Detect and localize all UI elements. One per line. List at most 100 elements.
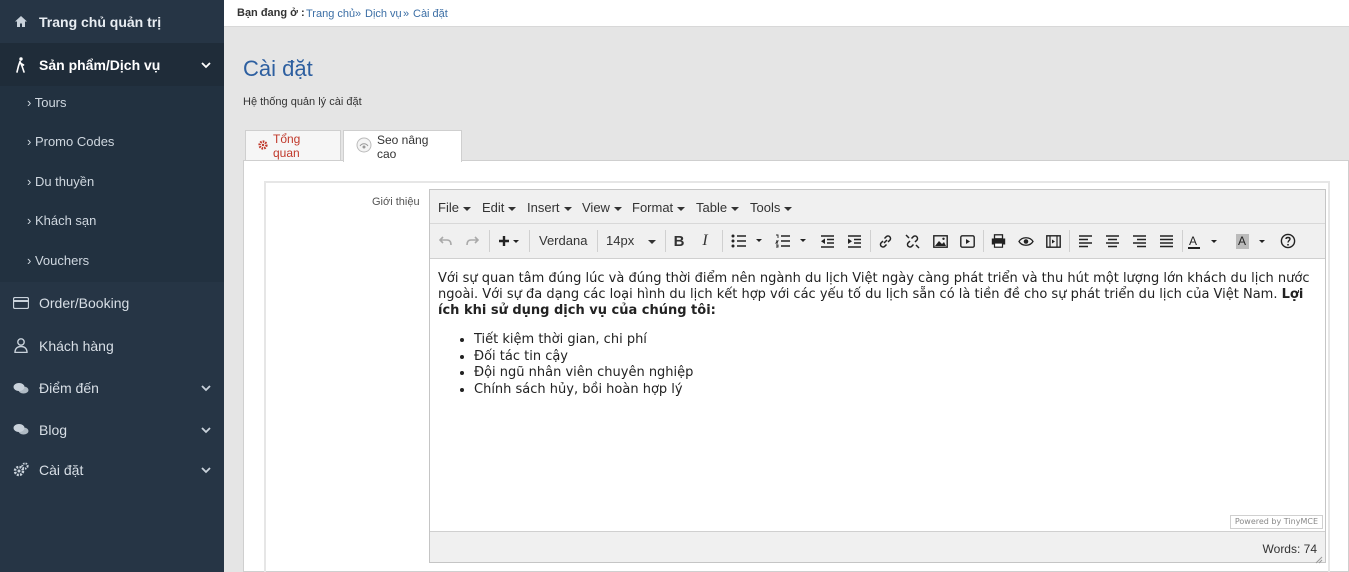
sub-item-label: Khách sạn bbox=[34, 213, 97, 228]
svg-text:A: A bbox=[1189, 234, 1197, 248]
menu-format-label: Format bbox=[632, 200, 674, 215]
breadcrumb-services-link[interactable]: Dịch vụ bbox=[365, 8, 402, 20]
paragraph-text: Với sự quan tâm đúng lúc và đúng thời đi… bbox=[438, 271, 1310, 302]
page-subtitle: Hệ thống quản lý cài đặt bbox=[243, 96, 362, 108]
comments-icon bbox=[12, 379, 30, 397]
svg-text:A: A bbox=[1238, 234, 1246, 248]
editor-toolbar: Verdana 14px B I A A bbox=[430, 223, 1325, 258]
sub-item-cruises[interactable]: › Du thuyền bbox=[27, 174, 94, 189]
editor-content-area[interactable]: Với sự quan tâm đúng lúc và đúng thời đi… bbox=[430, 258, 1325, 531]
tab-overview-label: Tổng quan bbox=[273, 132, 301, 160]
image-icon[interactable] bbox=[932, 231, 948, 251]
unlink-icon[interactable] bbox=[904, 231, 920, 251]
sub-item-hotels[interactable]: › Khách sạn bbox=[27, 213, 96, 228]
menu-table-label: Table bbox=[696, 200, 728, 215]
preview-icon[interactable] bbox=[1018, 231, 1034, 251]
breadcrumb: Bạn đang ở : Trang chủ » Dịch vụ » Cài đ… bbox=[224, 0, 1349, 27]
align-center-icon[interactable] bbox=[1104, 231, 1120, 251]
comments-icon bbox=[12, 421, 30, 439]
nav-blog-label: Blog bbox=[39, 421, 68, 438]
menu-insert-label: Insert bbox=[527, 200, 560, 215]
menu-edit[interactable]: Edit bbox=[482, 200, 517, 215]
field-label-intro: Giới thiệu bbox=[372, 196, 420, 208]
user-icon bbox=[12, 337, 30, 355]
tab-seo-label: Seo nâng cao bbox=[377, 132, 429, 161]
align-right-icon[interactable] bbox=[1131, 231, 1147, 251]
bold-icon[interactable]: B bbox=[670, 231, 688, 251]
font-size-select[interactable]: 14px bbox=[606, 233, 657, 248]
sub-item-tours[interactable]: › Tours bbox=[27, 95, 67, 110]
indent-icon[interactable] bbox=[846, 231, 862, 251]
menu-tools[interactable]: Tools bbox=[750, 200, 793, 215]
print-icon[interactable] bbox=[990, 231, 1006, 251]
menu-insert[interactable]: Insert bbox=[527, 200, 572, 215]
nav-orders[interactable]: Order/Booking bbox=[0, 282, 224, 324]
menu-tools-label: Tools bbox=[750, 200, 781, 215]
breadcrumb-settings-link[interactable]: Cài đặt bbox=[413, 8, 448, 20]
background-color-icon[interactable]: A bbox=[1235, 231, 1267, 251]
list-item: Đội ngũ nhân viên chuyên nghiệp bbox=[474, 365, 1317, 382]
sub-item-vouchers[interactable]: › Vouchers bbox=[27, 253, 89, 268]
powered-by-label[interactable]: Powered by TinyMCE bbox=[1229, 515, 1323, 529]
main-content: Bạn đang ở : Trang chủ » Dịch vụ » Cài đ… bbox=[224, 0, 1349, 572]
tab-overview[interactable]: Tổng quan bbox=[245, 130, 341, 161]
walking-icon bbox=[12, 56, 30, 74]
media-icon[interactable] bbox=[959, 231, 975, 251]
undo-icon[interactable] bbox=[438, 231, 454, 251]
tab-seo-advanced[interactable]: Seo nâng cao bbox=[343, 130, 462, 162]
link-icon[interactable] bbox=[877, 231, 893, 251]
menu-edit-label: Edit bbox=[482, 200, 505, 215]
text-color-icon[interactable]: A bbox=[1187, 231, 1219, 251]
products-submenu: › Tours › Promo Codes › Du thuyền › Khác… bbox=[0, 86, 224, 282]
resize-handle-icon[interactable] bbox=[1315, 552, 1323, 564]
menu-table[interactable]: Table bbox=[696, 200, 740, 215]
sub-item-promo-codes[interactable]: › Promo Codes bbox=[27, 134, 114, 149]
font-family-select[interactable]: Verdana bbox=[539, 233, 587, 248]
tab-content-panel: Giới thiệu File Edit Insert View Format … bbox=[243, 160, 1349, 572]
redo-icon[interactable] bbox=[464, 231, 480, 251]
italic-icon[interactable]: I bbox=[697, 231, 713, 251]
editor-menubar: File Edit Insert View Format Table Tools bbox=[430, 190, 1325, 223]
list-item: Chính sách hủy, bồi hoàn hợp lý bbox=[474, 382, 1317, 399]
bullet-list-icon[interactable] bbox=[730, 231, 766, 251]
word-count: Words: 74 bbox=[1262, 542, 1317, 556]
nav-settings[interactable]: Cài đặt bbox=[0, 450, 224, 490]
nav-customers[interactable]: Khách hàng bbox=[0, 324, 224, 367]
help-icon[interactable] bbox=[1279, 231, 1297, 251]
seo-globe-icon bbox=[356, 137, 372, 156]
media-embed-icon[interactable] bbox=[1045, 231, 1061, 251]
menu-view[interactable]: View bbox=[582, 200, 622, 215]
numbered-list-icon[interactable] bbox=[774, 231, 810, 251]
rich-text-editor[interactable]: File Edit Insert View Format Table Tools bbox=[429, 189, 1326, 564]
chevron-down-icon bbox=[200, 464, 212, 476]
menu-file[interactable]: File bbox=[438, 200, 471, 215]
nav-home[interactable]: Trang chủ quản trị bbox=[0, 0, 224, 43]
credit-card-icon bbox=[12, 294, 30, 312]
gear-icon bbox=[258, 139, 268, 153]
font-size-value: 14px bbox=[606, 233, 635, 248]
insert-plus-icon[interactable] bbox=[495, 231, 523, 251]
nav-blog[interactable]: Blog bbox=[0, 409, 224, 450]
menu-file-label: File bbox=[438, 200, 459, 215]
sidebar: Trang chủ quản trị Sản phẩm/Dịch vụ › To… bbox=[0, 0, 224, 572]
outdent-icon[interactable] bbox=[819, 231, 835, 251]
chevron-down-icon bbox=[200, 424, 212, 436]
breadcrumb-prefix: Bạn đang ở : bbox=[237, 7, 305, 19]
nav-destinations-label: Điểm đến bbox=[39, 380, 99, 396]
nav-destinations[interactable]: Điểm đến bbox=[0, 367, 224, 409]
menu-format[interactable]: Format bbox=[632, 200, 686, 215]
nav-products-label: Sản phẩm/Dịch vụ bbox=[39, 56, 161, 73]
align-left-icon[interactable] bbox=[1077, 231, 1093, 251]
breadcrumb-home-link[interactable]: Trang chủ bbox=[306, 8, 355, 20]
editor-paragraph: Với sự quan tâm đúng lúc và đúng thời đi… bbox=[438, 271, 1310, 319]
chevron-down-icon bbox=[200, 59, 212, 71]
align-justify-icon[interactable] bbox=[1158, 231, 1174, 251]
nav-orders-label: Order/Booking bbox=[39, 295, 130, 311]
nav-home-label: Trang chủ quản trị bbox=[39, 13, 162, 30]
page-title: Cài đặt bbox=[243, 56, 313, 81]
breadcrumb-separator: » bbox=[403, 8, 410, 20]
benefits-list: Tiết kiệm thời gian, chi phí Đối tác tin… bbox=[474, 332, 1317, 398]
sub-item-label: Tours bbox=[34, 95, 67, 110]
nav-products[interactable]: Sản phẩm/Dịch vụ bbox=[0, 43, 224, 86]
chevron-down-icon bbox=[200, 382, 212, 394]
